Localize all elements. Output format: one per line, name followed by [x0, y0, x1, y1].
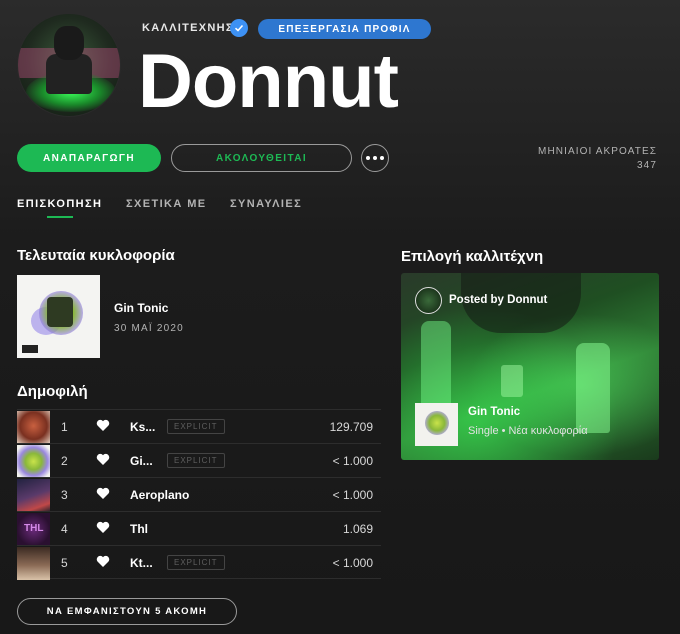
more-options-icon[interactable]	[361, 144, 389, 172]
avatar-head-shape	[54, 26, 84, 60]
track-thumbnail	[17, 411, 50, 444]
cover-art-tag	[22, 345, 38, 353]
active-tab-indicator	[47, 216, 73, 218]
track-title: Ks...	[130, 420, 156, 434]
monthly-listeners-label: ΜΗΝΙΑΙΟΙ ΑΚΡΟΑΤΕΣ	[538, 146, 657, 157]
track-row[interactable]: THL 4 Thl 1.069	[17, 511, 381, 546]
track-number: 3	[61, 488, 68, 502]
latest-release-title[interactable]: Gin Tonic	[114, 301, 168, 315]
latest-release-heading: Τελευταία κυκλοφορία	[17, 247, 175, 264]
latest-release-date: 30 ΜΑΪ 2020	[114, 323, 184, 334]
track-plays: < 1.000	[332, 488, 373, 502]
track-row[interactable]: 2 Gi... EXPLICIT < 1.000	[17, 443, 381, 478]
track-plays: < 1.000	[332, 454, 373, 468]
heart-icon[interactable]	[96, 487, 110, 500]
more-dot	[366, 156, 370, 160]
cover-art-shape	[47, 297, 73, 327]
track-plays: 1.069	[342, 522, 373, 536]
explicit-badge: EXPLICIT	[167, 453, 225, 468]
tab-concerts[interactable]: ΣΥΝΑΥΛΙΕΣ	[230, 198, 302, 210]
pick-release-title[interactable]: Gin Tonic	[468, 406, 520, 418]
follow-button[interactable]: ΑΚΟΛΟΥΘΕΙΤΑΙ	[171, 144, 352, 172]
heart-icon[interactable]	[96, 419, 110, 432]
artist-pick-heading: Επιλογή καλλιτέχνη	[401, 248, 544, 265]
pick-photo-bottle	[576, 343, 610, 433]
artist-avatar	[17, 13, 121, 117]
thumb-text-art: THL	[24, 523, 44, 534]
artist-pick-card[interactable]: Posted by Donnut Gin Tonic Single • Νέα …	[401, 273, 659, 460]
track-plays: 129.709	[329, 420, 373, 434]
track-thumbnail	[17, 547, 50, 580]
cover-art-shape	[425, 411, 449, 435]
explicit-badge: EXPLICIT	[167, 555, 225, 570]
more-dot	[373, 156, 377, 160]
avatar-body-shape	[46, 54, 92, 94]
track-title: Gi...	[130, 454, 153, 468]
track-title: Aeroplano	[130, 488, 190, 502]
track-plays: < 1.000	[332, 556, 373, 570]
verified-check-icon	[230, 19, 248, 37]
track-thumbnail	[17, 479, 50, 512]
track-number: 5	[61, 556, 68, 570]
track-row[interactable]: 5 Kt... EXPLICIT < 1.000	[17, 545, 381, 580]
track-row[interactable]: 1 Ks... EXPLICIT 129.709	[17, 409, 381, 444]
track-row[interactable]: 3 Aeroplano < 1.000	[17, 477, 381, 512]
pick-posted-by: Posted by Donnut	[449, 294, 548, 306]
track-number: 4	[61, 522, 68, 536]
track-number: 1	[61, 420, 68, 434]
track-number: 2	[61, 454, 68, 468]
track-title: Kt...	[130, 556, 153, 570]
heart-icon[interactable]	[96, 453, 110, 466]
monthly-listeners-value: 347	[637, 160, 657, 171]
tab-about[interactable]: ΣΧΕΤΙΚΑ ΜΕ	[126, 198, 207, 210]
explicit-badge: EXPLICIT	[167, 419, 225, 434]
pick-photo-bottle	[421, 321, 451, 411]
track-thumbnail: THL	[17, 513, 50, 546]
show-more-button[interactable]: ΝΑ ΕΜΦΑΝΙΣΤΟΥΝ 5 ΑΚΟΜΗ	[17, 598, 237, 625]
pick-avatar	[415, 287, 442, 314]
artist-name: Donnut	[138, 39, 399, 124]
track-title: Thl	[130, 522, 148, 536]
play-button[interactable]: ΑΝΑΠΑΡΑΓΩΓΗ	[17, 144, 161, 172]
pick-release-subtitle: Single • Νέα κυκλοφορία	[468, 425, 588, 437]
heart-icon[interactable]	[96, 521, 110, 534]
track-thumbnail	[17, 445, 50, 478]
pick-photo-glass	[501, 365, 523, 397]
more-dot	[380, 156, 384, 160]
latest-release-cover[interactable]	[17, 275, 100, 358]
popular-heading: Δημοφιλή	[17, 383, 88, 400]
artist-type-label: ΚΑΛΛΙΤΕΧΝΗΣ	[142, 22, 234, 34]
tab-overview[interactable]: ΕΠΙΣΚΟΠΗΣΗ	[17, 198, 102, 210]
pick-release-cover	[415, 403, 458, 446]
heart-icon[interactable]	[96, 555, 110, 568]
